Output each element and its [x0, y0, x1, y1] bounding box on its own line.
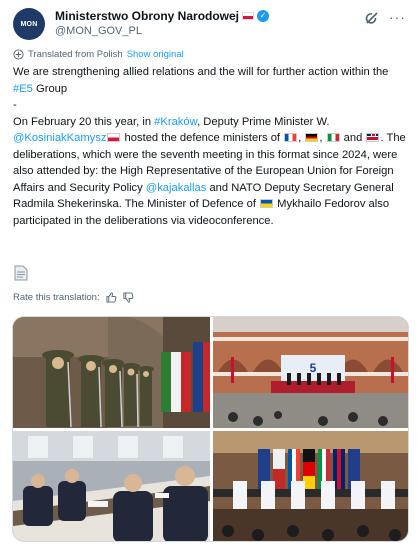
germany-flag-icon [305, 133, 319, 142]
mention-link-kajakallas[interactable]: @kajakallas [146, 182, 206, 194]
hashtag-link-e5[interactable]: #E5 [13, 83, 33, 95]
translated-label: Translated from Polish [28, 49, 123, 60]
thumbs-down-icon[interactable] [123, 292, 134, 303]
translate-icon [13, 49, 24, 60]
dash-line: - [13, 99, 17, 111]
text-span: Group [32, 82, 68, 95]
name-row: Ministerstwo Obrony Narodowej ✓ [55, 9, 270, 23]
translation-notice: Translated from Polish Show original [13, 49, 184, 60]
photo-honor-guard[interactable] [13, 317, 210, 428]
poland-flag-icon [242, 12, 255, 20]
display-name[interactable]: Ministerstwo Obrony Narodowej [55, 9, 239, 23]
tweet-text: We are strengthening allied relations an… [13, 64, 411, 229]
rate-translation-row: Rate this translation: [13, 292, 134, 303]
text-span: hosted the defence ministers of [121, 132, 284, 144]
photo-courtyard[interactable]: 5 [213, 317, 408, 428]
grok-icon[interactable] [364, 10, 380, 26]
verified-badge-icon[interactable]: ✓ [257, 10, 270, 22]
thumbs-up-icon[interactable] [106, 292, 117, 303]
photo-press-conference[interactable] [213, 431, 408, 541]
photo-grid: 5 [12, 316, 409, 542]
tweet-header: MON Ministerstwo Obrony Narodowej ✓ @MON… [13, 8, 408, 40]
text-span: and [340, 132, 366, 144]
document-icon [14, 265, 28, 281]
uk-flag-icon [366, 133, 380, 142]
italy-flag-icon [326, 133, 340, 142]
text-span: On February 20 this year, in [13, 115, 155, 128]
hashtag-link-krakow[interactable]: #Kraków [154, 116, 197, 128]
rate-label: Rate this translation: [13, 292, 100, 303]
show-original-link[interactable]: Show original [127, 49, 184, 60]
france-flag-icon [284, 133, 298, 142]
tweet-paragraph-1: We are strengthening allied relations an… [13, 64, 411, 97]
more-icon[interactable]: ··· [389, 10, 406, 24]
photo-meeting-table[interactable] [13, 431, 210, 541]
svg-text:5: 5 [310, 361, 317, 375]
account-handle[interactable]: @MON_GOV_PL [55, 25, 142, 37]
poland-flag-icon [107, 133, 121, 142]
text-span: We are strengthening allied relations an… [13, 66, 389, 78]
mention-link-kosiniakkamysz[interactable]: @KosiniakKamysz [13, 132, 106, 144]
avatar-logo-text: MON [20, 20, 38, 28]
tweet-paragraph-2: On February 20 this year, in #Kraków, De… [13, 115, 406, 227]
ukraine-flag-icon [260, 199, 274, 208]
avatar[interactable]: MON [13, 8, 45, 40]
text-span: , Deputy Prime Minister W. [197, 115, 330, 128]
